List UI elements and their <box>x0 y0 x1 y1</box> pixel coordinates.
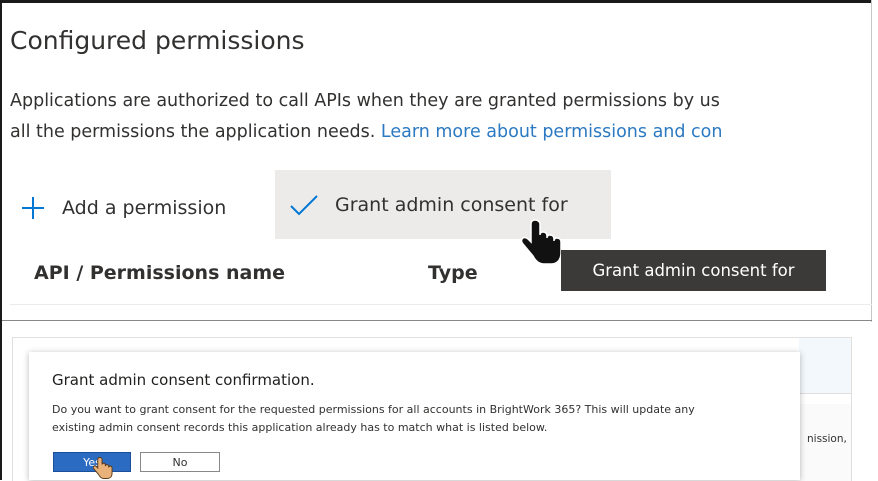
learn-more-link[interactable]: Learn more about permissions and con <box>381 122 723 142</box>
section-title: Configured permissions <box>10 26 305 55</box>
background-row-highlight <box>799 338 851 393</box>
plus-icon <box>22 197 44 219</box>
grant-consent-tooltip: Grant admin consent for <box>561 250 826 291</box>
add-permission-label: Add a permission <box>62 197 227 219</box>
description-text: all the permissions the application need… <box>10 122 381 142</box>
column-header-api-permissions[interactable]: API / Permissions name <box>34 262 285 284</box>
add-permission-button[interactable]: Add a permission <box>22 186 226 230</box>
hand-pointer-icon <box>93 457 113 479</box>
yes-button[interactable]: Yes <box>53 452 131 472</box>
content-right-border <box>871 0 872 322</box>
column-header-type[interactable]: Type <box>428 262 478 284</box>
dialog-message: Do you want to grant consent for the req… <box>52 401 792 437</box>
dialog-message-line-1: Do you want to grant consent for the req… <box>52 403 695 416</box>
window-top-border <box>0 0 872 3</box>
grant-admin-consent-label: Grant admin consent for <box>335 193 568 216</box>
description-line-1: Applications are authorized to call APIs… <box>10 91 720 111</box>
background-row-divider <box>799 393 851 394</box>
section-description: Applications are authorized to call APIs… <box>10 86 870 148</box>
description-line-2: all the permissions the application need… <box>10 117 870 148</box>
dialog-message-line-2: existing admin consent records this appl… <box>52 421 548 434</box>
dialog-title: Grant admin consent confirmation. <box>52 371 315 389</box>
window-left-border <box>0 0 2 480</box>
hand-pointer-icon <box>521 219 562 265</box>
no-button[interactable]: No <box>140 452 220 472</box>
grant-consent-dialog: Grant admin consent confirmation. Do you… <box>29 352 800 480</box>
checkmark-icon <box>290 194 318 215</box>
section-divider <box>2 320 872 321</box>
background-partial-text: nission, u <box>807 433 852 445</box>
table-header-divider <box>10 304 872 305</box>
